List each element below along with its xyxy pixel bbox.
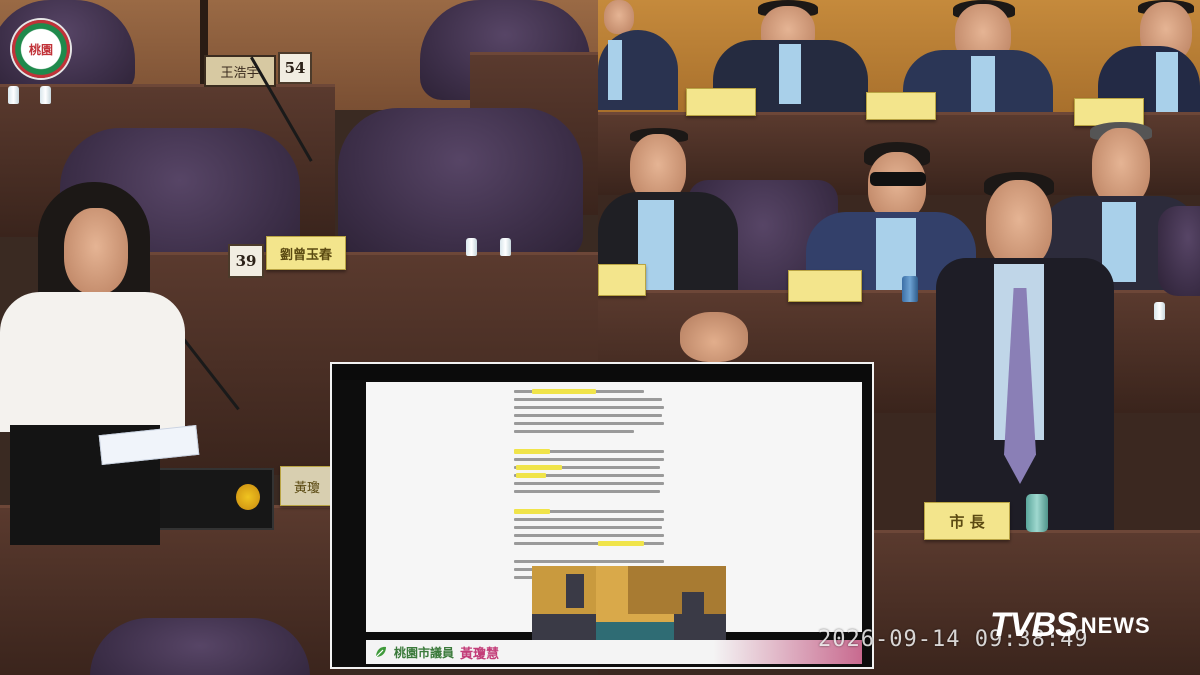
council-session-scene: 王浩宇 54 39 劉曾玉春 黃瓊 桃園 市 長 桃園市議員 黃瓊慧 2026-… — [0, 0, 1200, 675]
highlighted-text — [598, 541, 644, 546]
seat-chair — [1158, 206, 1200, 296]
city-emblem-icon: 桃園 — [12, 20, 70, 78]
seat-number-card: 54 — [278, 52, 312, 84]
seat-chair — [90, 618, 310, 675]
leaf-logo-icon — [375, 646, 386, 658]
seat-number-card: 39 — [228, 244, 264, 278]
sunglasses — [870, 172, 926, 186]
councilor-banner: 桃園市議員 黃瓊慧 — [366, 640, 862, 664]
highlighted-text — [514, 449, 550, 454]
tvbs-news-logo-icon: TVBS NEWS — [990, 606, 1151, 645]
member-nameplate — [686, 88, 756, 116]
brand-sub: NEWS — [1080, 612, 1151, 638]
slide-top-bar — [332, 364, 872, 380]
water-bottle — [1154, 302, 1165, 320]
council-member — [680, 312, 750, 362]
member-nameplate — [598, 264, 646, 296]
member-nameplate — [866, 92, 936, 120]
water-bottle — [8, 86, 19, 104]
councilor-nameplate: 劉曾玉春 — [266, 236, 346, 270]
mascot-figurine — [236, 484, 260, 510]
water-bottle — [500, 238, 511, 256]
presentation-slide: 桃園市議員 黃瓊慧 — [330, 362, 874, 669]
council-member — [598, 0, 678, 110]
speaker-nameplate: 黃瓊 — [280, 466, 334, 506]
banner-title: 桃園市議員 — [394, 645, 455, 660]
water-bottle — [902, 276, 918, 302]
water-bottle — [40, 86, 51, 104]
member-nameplate — [788, 270, 862, 302]
brand-main: TVBS — [990, 606, 1078, 644]
mayor-desk — [870, 530, 1200, 675]
highlighted-text — [516, 473, 546, 478]
water-bottle — [1026, 494, 1048, 532]
highlighted-text — [532, 389, 596, 394]
speaking-councilor — [0, 180, 210, 545]
banner-councilor-name: 黃瓊慧 — [460, 646, 500, 662]
mayor — [936, 172, 1114, 552]
seat-chair — [338, 108, 583, 258]
mayor-nameplate: 市 長 — [924, 502, 1010, 540]
highlighted-text — [514, 509, 550, 514]
highlighted-text — [516, 465, 562, 470]
emblem-text: 桃園 — [28, 42, 53, 57]
water-bottle — [466, 238, 477, 256]
